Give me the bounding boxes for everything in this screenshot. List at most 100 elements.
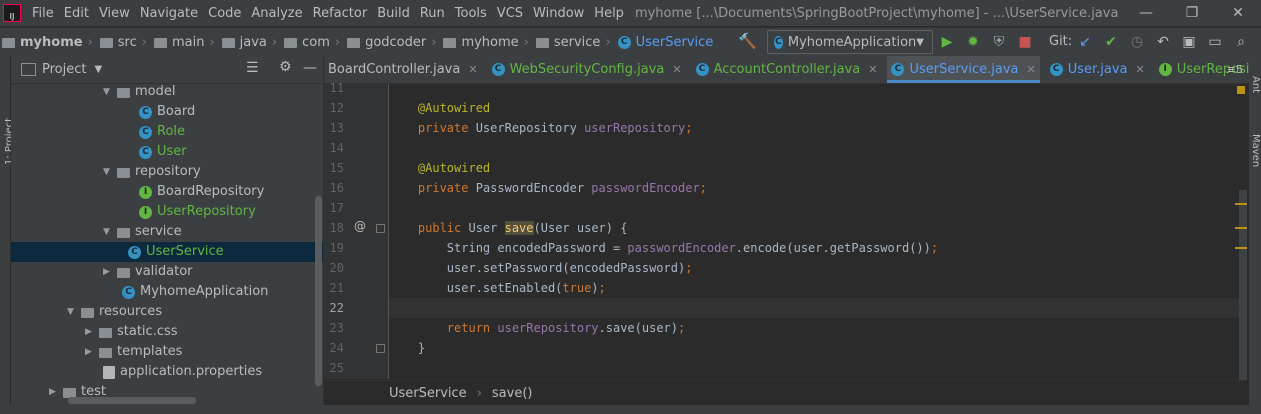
menu-refactor[interactable]: Refactor bbox=[308, 6, 373, 21]
run-toolbar: ▶ ✹ ⛨ ■ bbox=[934, 28, 1038, 56]
breadcrumb-userservice[interactable]: C UserService bbox=[617, 35, 713, 50]
tab-userservice[interactable]: C UserService.java ✕ bbox=[887, 56, 1040, 83]
fold-icon[interactable] bbox=[376, 224, 385, 233]
breadcrumb-java[interactable]: java › bbox=[221, 35, 282, 50]
tree-horizontal-scrollbar[interactable] bbox=[68, 397, 196, 404]
close-icon[interactable]: ✕ bbox=[1136, 63, 1145, 76]
git-toolbar: ↙ ✔ ◷ ↶ ▣ ▭ ⌕ bbox=[1072, 28, 1254, 56]
restore-button[interactable]: ❐ bbox=[1169, 0, 1215, 26]
breadcrumb-godcoder[interactable]: godcoder › bbox=[347, 35, 441, 50]
line-number: 25 bbox=[329, 361, 344, 375]
run-configuration-select[interactable]: C MyhomeApplication ▼ bbox=[767, 30, 933, 54]
breadcrumb-myhome-pkg[interactable]: myhome › bbox=[443, 35, 533, 50]
git-label: Git: bbox=[1049, 34, 1073, 49]
implementation-marker-icon[interactable]: @ bbox=[354, 219, 366, 233]
editor-tabs: BoardController.java ✕ C WebSecurityConfig… bbox=[324, 56, 1249, 84]
menu-edit[interactable]: Edit bbox=[59, 6, 94, 21]
minimize-button[interactable]: — bbox=[1123, 0, 1169, 26]
tree-item[interactable]: ▶ static.css bbox=[85, 322, 178, 342]
close-window-button[interactable]: ✕ bbox=[1215, 0, 1261, 26]
fold-icon[interactable] bbox=[376, 344, 385, 353]
git-update-icon[interactable]: ↙ bbox=[1072, 34, 1098, 50]
close-icon[interactable]: ✕ bbox=[1026, 63, 1035, 76]
breadcrumb-method[interactable]: save() bbox=[492, 386, 533, 401]
menu-code[interactable]: Code bbox=[203, 6, 246, 21]
close-icon[interactable]: ✕ bbox=[672, 63, 681, 76]
folder-icon bbox=[347, 38, 361, 48]
git-commit-icon[interactable]: ✔ bbox=[1098, 34, 1124, 50]
breadcrumb-com[interactable]: com › bbox=[284, 35, 345, 50]
menu-help[interactable]: Help bbox=[589, 6, 629, 21]
chevron-down-icon: ▼ bbox=[916, 36, 924, 48]
line-number: 21 bbox=[329, 281, 344, 295]
breadcrumb-service[interactable]: service › bbox=[535, 35, 616, 50]
tab-overflow-button[interactable]: ≡5 bbox=[1227, 56, 1243, 83]
tab-user[interactable]: C User.java ✕ bbox=[1046, 56, 1149, 83]
tree-scrollbar[interactable] bbox=[315, 196, 322, 386]
tab-accountcontroller[interactable]: C AccountController.java ✕ bbox=[692, 56, 882, 83]
close-icon[interactable]: ✕ bbox=[868, 63, 877, 76]
rollback-icon[interactable]: ↶ bbox=[1150, 34, 1176, 50]
menu-build[interactable]: Build bbox=[372, 6, 415, 21]
folder-icon bbox=[535, 38, 549, 48]
tree-item[interactable]: C User bbox=[139, 142, 187, 162]
project-structure-icon[interactable]: ▣ bbox=[1176, 34, 1202, 50]
tree-item[interactable]: C MyhomeApplication bbox=[122, 282, 268, 302]
editor-scrollbar-thumb[interactable] bbox=[1239, 190, 1247, 380]
ant-tool-label[interactable]: Ant bbox=[1250, 76, 1261, 93]
tree-item[interactable]: ▶ templates bbox=[85, 342, 182, 362]
collapse-all-icon[interactable]: ☰ bbox=[246, 60, 259, 76]
code-editor[interactable]: @Autowired private UserRepository userRe… bbox=[389, 84, 1239, 379]
error-stripe-mark[interactable] bbox=[1235, 203, 1247, 205]
menu-view[interactable]: View bbox=[94, 6, 135, 21]
terminal-icon[interactable]: ▭ bbox=[1202, 34, 1228, 50]
tree-item-selected[interactable]: C UserService bbox=[11, 242, 323, 262]
coverage-icon[interactable]: ⛨ bbox=[986, 34, 1012, 50]
tree-item[interactable]: I UserRepository bbox=[139, 202, 256, 222]
close-icon[interactable]: ✕ bbox=[468, 63, 477, 76]
menu-analyze[interactable]: Analyze bbox=[246, 6, 307, 21]
tree-item[interactable]: ▼ repository bbox=[103, 162, 201, 182]
menu-tools[interactable]: Tools bbox=[450, 6, 492, 21]
build-hammer-icon[interactable]: 🔨 bbox=[738, 32, 757, 50]
menu-vcs[interactable]: VCS bbox=[492, 6, 528, 21]
tree-item[interactable]: C Role bbox=[139, 122, 185, 142]
line-number: 22 bbox=[329, 301, 344, 315]
breadcrumb-main[interactable]: main › bbox=[153, 35, 220, 50]
inspection-status-icon[interactable] bbox=[1237, 86, 1245, 94]
tree-item[interactable]: ▶ validator bbox=[103, 262, 193, 282]
interface-icon: I bbox=[139, 205, 152, 219]
history-icon[interactable]: ◷ bbox=[1124, 34, 1150, 50]
menu-file[interactable]: File bbox=[27, 6, 59, 21]
tree-item[interactable]: C Board bbox=[139, 102, 195, 122]
tab-websecurityconfig[interactable]: C WebSecurityConfig.java ✕ bbox=[488, 56, 686, 83]
menu-run[interactable]: Run bbox=[415, 6, 450, 21]
debug-icon[interactable]: ✹ bbox=[960, 34, 986, 50]
tree-item[interactable]: ▼ model bbox=[103, 82, 175, 102]
interface-icon: I bbox=[139, 185, 152, 199]
tree-item[interactable]: ▼ resources bbox=[67, 302, 162, 322]
menu-navigate[interactable]: Navigate bbox=[135, 6, 203, 21]
breadcrumb-src[interactable]: src › bbox=[99, 35, 152, 50]
chevron-down-icon[interactable]: ▼ bbox=[94, 64, 102, 75]
folder-icon bbox=[117, 88, 130, 98]
code-line: private UserRepository userRepository; bbox=[389, 121, 693, 135]
tree-item[interactable]: ▼ service bbox=[103, 222, 182, 242]
tab-boardcontroller[interactable]: BoardController.java ✕ bbox=[324, 56, 482, 83]
tree-item[interactable]: application.properties bbox=[103, 362, 262, 382]
hide-icon[interactable]: — bbox=[303, 60, 317, 76]
code-line: user.setPassword(encodedPassword); bbox=[389, 261, 693, 275]
project-title[interactable]: Project bbox=[42, 62, 86, 77]
class-icon: C bbox=[128, 245, 141, 259]
breadcrumb-class[interactable]: UserService bbox=[389, 386, 467, 401]
maven-tool-label[interactable]: Maven bbox=[1250, 134, 1261, 167]
menu-window[interactable]: Window bbox=[528, 6, 589, 21]
gear-icon[interactable]: ⚙ bbox=[279, 59, 292, 75]
tree-item[interactable]: I BoardRepository bbox=[139, 182, 264, 202]
stop-icon[interactable]: ■ bbox=[1012, 34, 1038, 50]
breadcrumb-myhome[interactable]: myhome › bbox=[2, 35, 98, 50]
error-stripe-mark[interactable] bbox=[1235, 247, 1247, 249]
run-icon[interactable]: ▶ bbox=[934, 34, 960, 50]
error-stripe-mark[interactable] bbox=[1235, 227, 1247, 229]
search-everywhere-icon[interactable]: ⌕ bbox=[1228, 34, 1254, 50]
